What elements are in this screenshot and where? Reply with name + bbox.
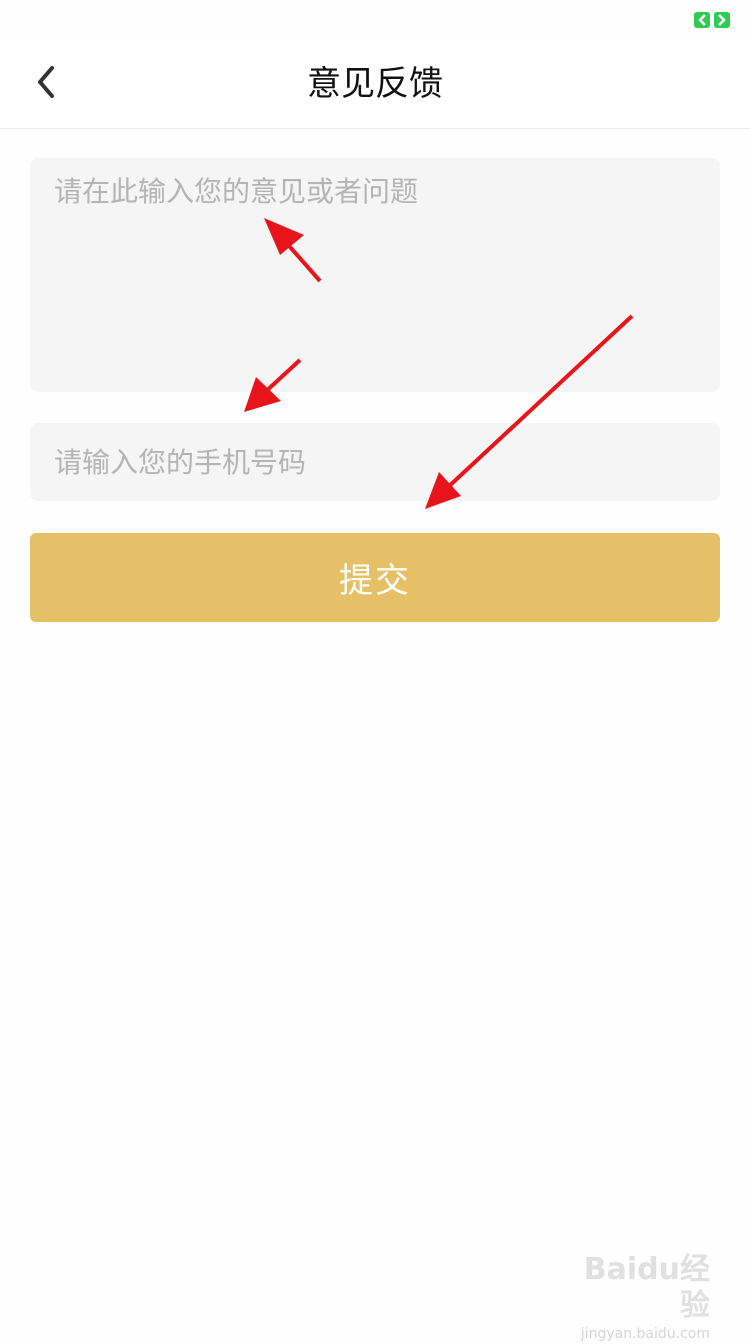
navigation-bar: 意见反馈: [0, 40, 750, 129]
chevron-left-icon: [32, 62, 60, 106]
watermark-logo: Baidu经验: [583, 1252, 710, 1323]
back-button[interactable]: [18, 56, 74, 112]
feedback-textarea[interactable]: [30, 158, 720, 392]
watermark-url: jingyan.baidu.com: [580, 1326, 710, 1342]
status-bar: [0, 0, 750, 40]
page-title: 意见反馈: [307, 64, 443, 104]
submit-button[interactable]: 提交: [30, 533, 720, 622]
watermark: Baidu经验 jingyan.baidu.com: [570, 1252, 710, 1342]
phone-number-field[interactable]: [30, 423, 720, 501]
battery-icon: [694, 12, 730, 28]
